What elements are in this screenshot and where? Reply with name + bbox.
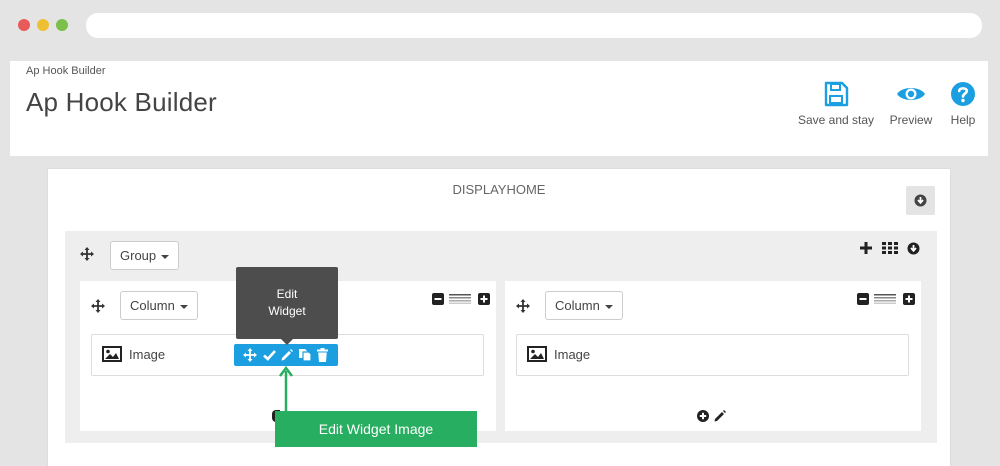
address-bar[interactable] — [86, 13, 982, 38]
hook-title: DISPLAYHOME — [452, 182, 546, 197]
group-container: Group Column Image Column Image — [65, 231, 937, 443]
column-width-icon — [874, 294, 896, 304]
minus-square-icon[interactable] — [857, 293, 869, 305]
minus-square-icon[interactable] — [432, 293, 444, 305]
widget-toolbar — [234, 344, 338, 366]
widget-label: Image — [129, 347, 166, 362]
edit-widget-icon[interactable] — [281, 349, 293, 361]
caret-down-icon — [604, 304, 613, 309]
breadcrumb[interactable]: Ap Hook Builder — [26, 65, 106, 77]
move-column-icon[interactable] — [91, 299, 105, 313]
page-title: Ap Hook Builder — [26, 87, 217, 117]
add-widget-icon[interactable] — [697, 410, 709, 422]
duplicate-icon[interactable] — [298, 348, 312, 362]
column-width-icon — [449, 294, 471, 304]
trash-icon[interactable] — [317, 348, 328, 362]
minimize-window-dot[interactable] — [37, 19, 49, 31]
group-dropdown[interactable]: Group — [110, 241, 180, 270]
callout-arrow — [279, 366, 293, 414]
move-group-icon[interactable] — [80, 247, 94, 261]
caret-down-icon — [161, 254, 170, 259]
save-icon — [824, 81, 849, 107]
hook-panel: DISPLAYHOME Group Column Image Column Im… — [47, 168, 951, 466]
column-dropdown-label: Column — [130, 298, 175, 313]
tooltip-line-1: Edit — [276, 287, 298, 301]
add-column-icon[interactable] — [860, 242, 872, 254]
move-widget-icon[interactable] — [243, 348, 257, 362]
move-column-icon[interactable] — [516, 299, 530, 313]
column-dropdown[interactable]: Column — [120, 291, 198, 320]
collapse-group-icon[interactable] — [907, 242, 920, 255]
column-2: Column Image — [505, 281, 921, 431]
browser-chrome — [0, 0, 1000, 52]
tooltip-arrow — [281, 339, 293, 345]
save-and-stay-label: Save and stay — [797, 113, 875, 127]
preview-label: Preview — [889, 113, 933, 127]
image-widget[interactable]: Image — [516, 334, 909, 376]
grid-layout-icon[interactable] — [882, 242, 898, 254]
arrow-circle-down-icon — [914, 194, 927, 207]
image-icon — [527, 346, 547, 362]
preview-button[interactable]: Preview — [883, 81, 939, 127]
plus-square-icon[interactable] — [478, 293, 490, 305]
help-button[interactable]: Help — [946, 81, 980, 127]
plus-square-icon[interactable] — [903, 293, 915, 305]
tooltip-line-2: Widget — [268, 304, 306, 318]
close-window-dot[interactable] — [18, 19, 30, 31]
edit-column-icon[interactable] — [714, 410, 726, 422]
edit-widget-image-callout: Edit Widget Image — [275, 411, 477, 447]
help-label: Help — [950, 113, 976, 127]
group-dropdown-label: Group — [120, 248, 157, 263]
page-header: Ap Hook Builder Ap Hook Builder Save and… — [10, 61, 988, 156]
column-dropdown[interactable]: Column — [545, 291, 623, 320]
eye-icon — [897, 88, 925, 100]
edit-widget-tooltip: Edit Widget — [236, 267, 338, 339]
column-dropdown-label: Column — [555, 298, 600, 313]
help-icon — [951, 82, 975, 106]
collapse-hook-button[interactable] — [906, 186, 935, 215]
caret-down-icon — [179, 304, 188, 309]
save-and-stay-button[interactable]: Save and stay — [796, 81, 876, 127]
check-icon[interactable] — [263, 349, 276, 361]
image-icon — [102, 346, 122, 362]
widget-label: Image — [554, 347, 591, 362]
maximize-window-dot[interactable] — [56, 19, 68, 31]
